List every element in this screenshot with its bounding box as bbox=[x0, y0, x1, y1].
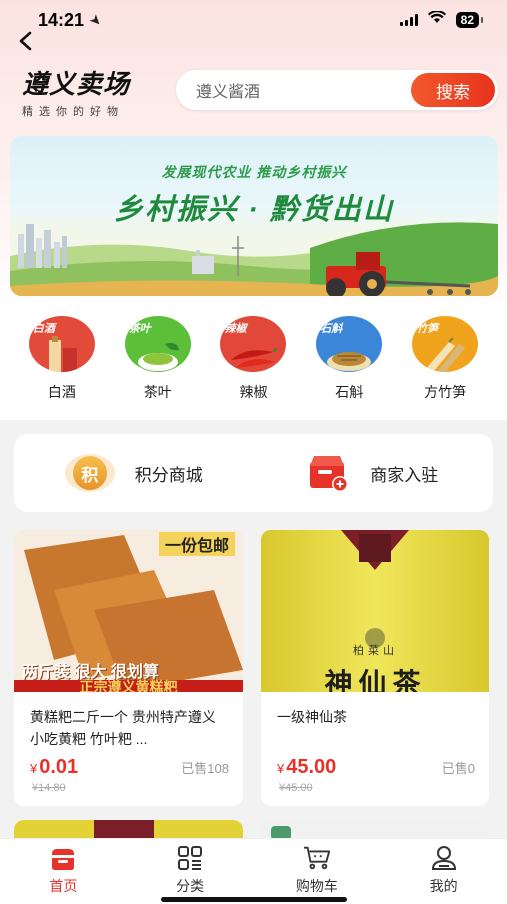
points-mall-label: 积分商城 bbox=[134, 465, 203, 485]
product-image: 一份包邮 两斤装 很大 很划算 正宗遵义黄糕粑 bbox=[14, 530, 243, 692]
tab-label: 分类 bbox=[176, 878, 205, 894]
chili-icon: 辣椒 bbox=[220, 316, 287, 372]
home-indicator bbox=[161, 897, 347, 902]
search-input[interactable]: 遵义酱酒 bbox=[196, 78, 411, 102]
product-card[interactable]: 一份包邮 两斤装 很大 很划算 正宗遵义黄糕粑 黄糕粑二斤一个 贵州特产遵义小吃… bbox=[14, 530, 243, 806]
location-arrow-icon: ➤ bbox=[86, 9, 107, 30]
points-coin-icon: 积 bbox=[64, 454, 115, 492]
merchant-join-label: 商家入驻 bbox=[370, 465, 439, 485]
product-name: 一级神仙茶 bbox=[277, 709, 347, 725]
sold-count: 已售108 bbox=[181, 761, 229, 776]
baijiu-icon: 白酒 bbox=[28, 316, 95, 372]
category-label: 石斛 bbox=[335, 384, 364, 400]
original-price: ¥45.00 bbox=[279, 782, 313, 794]
status-bar: 14:21 ➤ 82 bbox=[0, 0, 507, 40]
product-price: 0.01 bbox=[39, 756, 79, 778]
category-item-tea[interactable]: 茶叶 茶叶 bbox=[121, 316, 195, 416]
promo-banner[interactable]: 发展现代农业 推动乡村振兴 乡村振兴 · 黔货出山 bbox=[10, 136, 498, 296]
bamboo-shoot-icon: 竹笋 bbox=[412, 316, 479, 372]
banner-subtitle: 发展现代农业 推动乡村振兴 bbox=[161, 164, 347, 180]
image-text-brand: 柏菜山 bbox=[353, 645, 398, 657]
banner-title: 乡村振兴 · 黔货出山 bbox=[114, 194, 394, 226]
tab-label: 首页 bbox=[49, 878, 78, 894]
tab-label: 购物车 bbox=[295, 878, 338, 894]
tab-category[interactable]: 分类 bbox=[127, 839, 254, 904]
status-time: 14:21 bbox=[38, 9, 85, 30]
category-label: 白酒 bbox=[47, 384, 76, 400]
price-symbol: ¥ bbox=[277, 761, 285, 776]
category-item-baijiu[interactable]: 白酒 白酒 bbox=[25, 316, 99, 416]
dendrobium-icon: 石斛 bbox=[316, 316, 383, 372]
tab-home[interactable]: 首页 bbox=[0, 839, 127, 904]
app-logo: 遵义卖场 精选你的好物 bbox=[22, 64, 130, 119]
store-add-icon bbox=[310, 456, 349, 492]
cart-icon bbox=[303, 845, 331, 871]
category-item-chili[interactable]: 辣椒 辣椒 bbox=[216, 316, 290, 416]
category-item-dendrobium[interactable]: 石斛 石斛 bbox=[312, 316, 386, 416]
category-icon bbox=[176, 845, 204, 871]
product-image: 柏菜山 神仙茶 bbox=[261, 530, 489, 692]
promo-card: 积 积分商城 商家入驻 bbox=[14, 434, 493, 512]
tab-cart[interactable]: 购物车 bbox=[254, 839, 381, 904]
wifi-icon bbox=[427, 10, 446, 29]
category-label: 辣椒 bbox=[239, 384, 268, 400]
original-price: ¥14.80 bbox=[32, 782, 66, 794]
profile-icon bbox=[430, 845, 458, 871]
merchant-join-entry[interactable]: 商家入驻 bbox=[254, 454, 494, 492]
battery-icon: 82 bbox=[455, 12, 484, 28]
search-bar[interactable]: 遵义酱酒 搜索 bbox=[176, 70, 498, 110]
sold-count: 已售0 bbox=[441, 761, 475, 776]
product-name: 黄糕粑二斤一个 贵州特产遵义小吃黄粑 竹叶粑 ... bbox=[30, 709, 216, 747]
product-card[interactable]: 柏菜山 神仙茶 一级神仙茶 ¥ 45.00 已售0 ¥45.00 bbox=[261, 530, 489, 806]
image-text-brand: 正宗遵义黄糕粑 bbox=[79, 679, 178, 692]
image-text-title: 神仙茶 bbox=[324, 668, 427, 693]
image-text-free-shipping: 一份包邮 bbox=[158, 532, 235, 556]
back-icon[interactable] bbox=[16, 30, 40, 54]
points-mall-entry[interactable]: 积 积分商城 bbox=[14, 454, 254, 492]
category-label: 茶叶 bbox=[143, 384, 172, 400]
bottom-tab-bar: 首页 分类 购物车 我的 bbox=[0, 838, 507, 904]
category-label: 方竹笋 bbox=[424, 384, 467, 400]
logo-title: 遵义卖场 bbox=[22, 70, 131, 100]
tab-label: 我的 bbox=[429, 878, 458, 894]
product-price: 45.00 bbox=[286, 756, 337, 778]
home-icon bbox=[49, 845, 77, 871]
logo-subtitle: 精选你的好物 bbox=[22, 106, 124, 118]
tea-icon: 茶叶 bbox=[124, 316, 191, 372]
category-row: 白酒 白酒 茶叶 茶叶 辣椒 辣椒 石斛 石斛 竹笋 方竹笋 bbox=[0, 300, 507, 416]
search-button[interactable]: 搜索 bbox=[411, 73, 495, 107]
category-item-bamboo-shoot[interactable]: 竹笋 方竹笋 bbox=[408, 316, 482, 416]
tab-profile[interactable]: 我的 bbox=[380, 839, 507, 904]
price-symbol: ¥ bbox=[30, 761, 38, 776]
signal-icon bbox=[399, 14, 418, 26]
